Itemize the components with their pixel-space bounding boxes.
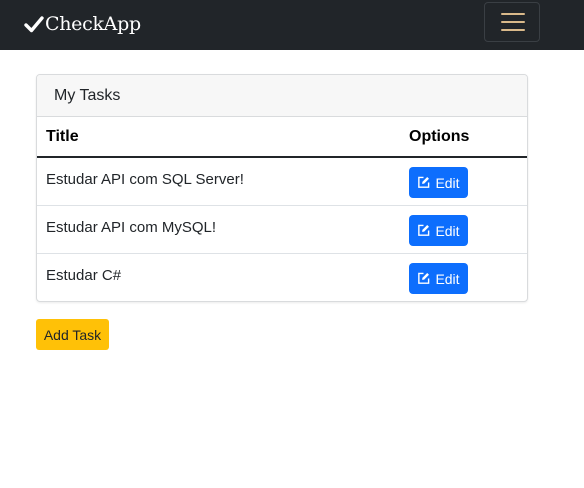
add-task-button[interactable]: Add Task [36,319,109,350]
edit-label: Edit [435,222,460,239]
table-row: Estudar API com MySQL! Edit [37,206,527,254]
table-row: Estudar C# Edit [37,254,527,301]
card-header: My Tasks [37,75,527,117]
navbar-toggler-button[interactable] [484,2,540,42]
brand-link[interactable]: CheckApp [24,11,141,37]
brand-name: CheckApp [45,13,141,35]
edit-button[interactable]: Edit [409,263,468,294]
edit-button[interactable]: Edit [409,215,468,246]
edit-label: Edit [435,174,460,191]
task-title: Estudar API com MySQL! [46,219,217,236]
edit-icon [418,176,430,188]
edit-icon [418,224,430,236]
edit-button[interactable]: Edit [409,167,468,198]
check-icon [24,16,44,33]
column-header-options: Options [409,128,470,145]
card-title: My Tasks [54,87,121,104]
column-header-title: Title [46,128,79,145]
edit-label: Edit [435,270,460,287]
edit-icon [418,272,430,284]
table-row: Estudar API com SQL Server! Edit [37,158,527,206]
add-task-label: Add Task [43,326,102,343]
navbar: CheckApp [0,0,584,50]
task-title: Estudar API com SQL Server! [46,171,244,188]
task-title: Estudar C# [46,267,122,284]
tasks-card: My Tasks Title Options Estudar API com S… [36,74,528,302]
